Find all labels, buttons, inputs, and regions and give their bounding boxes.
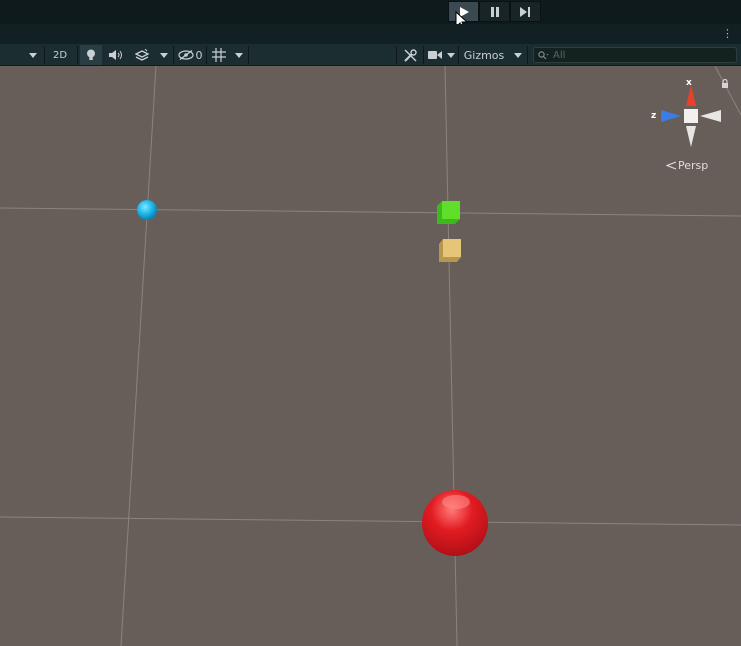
audio-toggle-button[interactable]: [105, 45, 127, 65]
tan-cube[interactable]: [439, 239, 461, 262]
gizmo-x-label: x: [686, 78, 692, 88]
gizmo-z-label: z: [651, 111, 657, 121]
draw-mode-dropdown[interactable]: [26, 45, 40, 65]
gizmos-button[interactable]: Gizmos: [460, 45, 508, 65]
grid-dropdown[interactable]: [232, 45, 246, 65]
top-bar: [0, 0, 741, 31]
scene-visibility-button[interactable]: 0: [176, 45, 204, 65]
search-icon: [538, 50, 549, 59]
toolbar-divider: [248, 46, 249, 64]
scene-viewport[interactable]: [0, 66, 741, 646]
chevron-down-icon: [160, 52, 168, 58]
red-sphere[interactable]: [422, 490, 488, 556]
projection-toggle[interactable]: Persp: [666, 159, 708, 172]
step-button[interactable]: [510, 1, 541, 22]
effects-dropdown[interactable]: [157, 45, 171, 65]
toolbar-divider: [206, 46, 207, 64]
hidden-count: 0: [195, 48, 203, 62]
chevron-down-icon: [29, 52, 37, 58]
lock-icon[interactable]: [721, 79, 729, 88]
grid-toggle-button[interactable]: [208, 45, 230, 65]
pause-icon: [490, 6, 499, 17]
toolbar-divider: [396, 46, 397, 64]
chevron-down-icon: [235, 52, 243, 58]
speaker-icon: [109, 50, 122, 60]
green-cube[interactable]: [437, 201, 460, 224]
perspective-icon: [666, 161, 676, 170]
camera-dropdown[interactable]: [444, 45, 458, 65]
orientation-gizmo[interactable]: [661, 85, 721, 147]
toolbar-divider: [44, 46, 45, 64]
cyan-sphere[interactable]: [137, 200, 157, 220]
gizmos-dropdown[interactable]: [510, 45, 526, 65]
layers-icon: [135, 49, 149, 61]
lightbulb-icon: [87, 49, 95, 60]
camera-icon: [428, 51, 442, 59]
tools-button[interactable]: [399, 45, 421, 65]
scene-tab-strip: [0, 24, 741, 44]
search-placeholder: All: [553, 49, 566, 61]
toolbar-divider: [423, 46, 424, 64]
effects-toggle-button[interactable]: [130, 45, 154, 65]
2d-toggle-button[interactable]: 2D: [47, 45, 73, 65]
scene-grid: [0, 66, 741, 646]
step-icon: [520, 6, 530, 17]
hidden-eye-icon: [177, 50, 194, 60]
toolbar-divider: [458, 46, 459, 64]
toolbar-divider: [77, 46, 78, 64]
camera-settings-button[interactable]: [426, 45, 444, 65]
pause-button[interactable]: [479, 1, 510, 22]
chevron-down-icon: [447, 52, 455, 58]
grid-icon: [212, 48, 226, 62]
toolbar-divider: [527, 46, 528, 64]
search-input[interactable]: All: [533, 47, 737, 63]
lighting-toggle-button[interactable]: [80, 45, 102, 65]
projection-label: Persp: [678, 159, 709, 172]
tools-icon: [403, 48, 417, 62]
more-options-icon[interactable]: ⋮: [722, 27, 733, 41]
chevron-down-icon: [514, 52, 522, 58]
toolbar-divider: [173, 46, 174, 64]
